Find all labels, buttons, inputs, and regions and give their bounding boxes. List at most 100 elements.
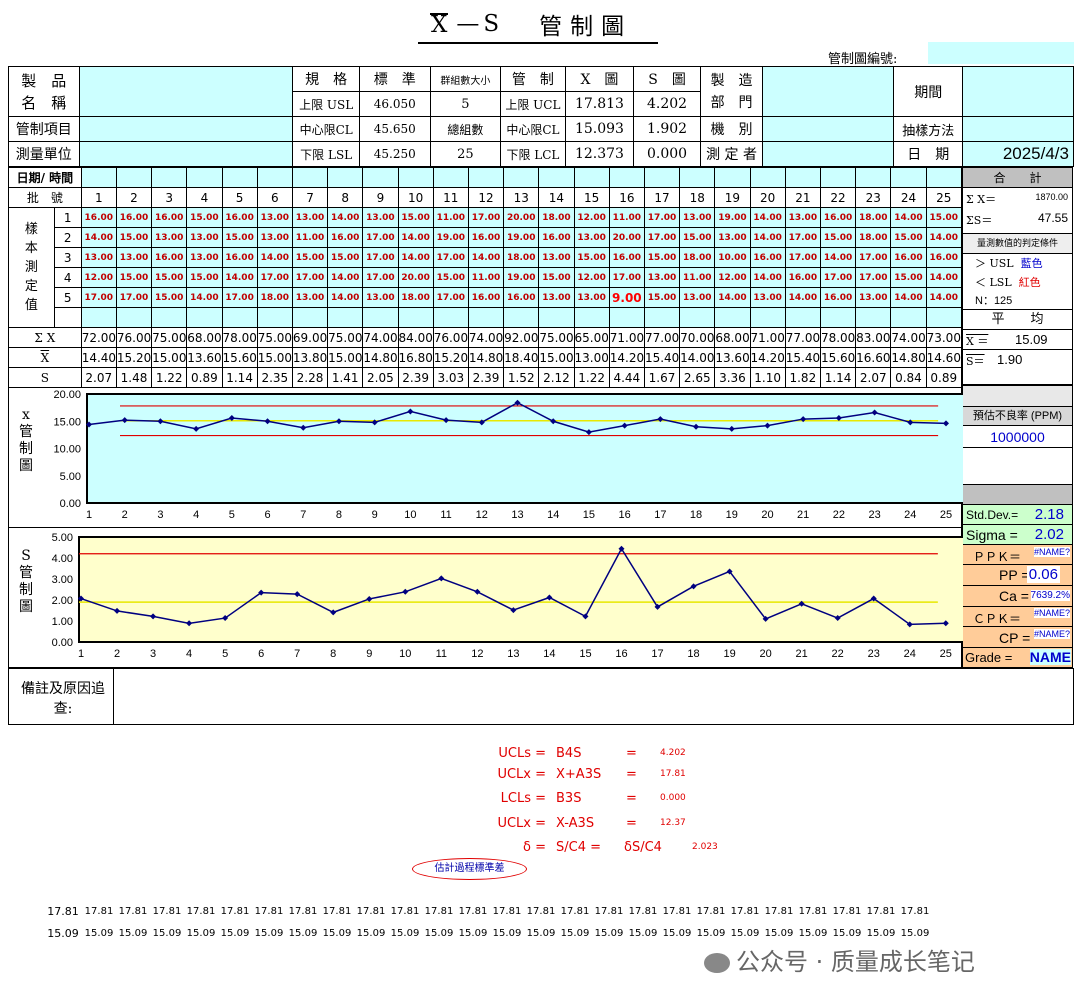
date-time-cell[interactable] (714, 167, 751, 188)
blank-cell[interactable] (432, 307, 469, 328)
sample-value[interactable]: 14.00 (327, 207, 364, 228)
sample-value[interactable]: 16.00 (538, 227, 575, 248)
blank-cell[interactable] (784, 307, 821, 328)
sample-value[interactable]: 15.00 (186, 207, 223, 228)
blank-cell[interactable] (397, 307, 434, 328)
sample-value[interactable]: 16.00 (327, 227, 364, 248)
sample-value[interactable]: 14.00 (819, 247, 857, 268)
sample-value[interactable]: 13.00 (362, 287, 399, 308)
date-time-cell[interactable] (608, 167, 645, 188)
period-field[interactable] (962, 66, 1074, 117)
sample-value[interactable]: 16.00 (784, 267, 821, 288)
sample-value[interactable]: 14.00 (186, 287, 223, 308)
date-value[interactable]: 2025/4/3 (962, 141, 1074, 167)
sample-value[interactable]: 18.00 (503, 247, 540, 268)
sample-value[interactable]: 13.00 (80, 247, 117, 268)
sample-value[interactable]: 13.00 (186, 227, 223, 248)
date-time-cell[interactable] (115, 167, 153, 188)
sample-value[interactable]: 15.00 (151, 287, 188, 308)
blank-cell[interactable] (186, 307, 223, 328)
sampling-field[interactable] (962, 116, 1074, 142)
sample-value[interactable]: 15.00 (643, 287, 681, 308)
date-time-cell[interactable] (291, 167, 329, 188)
sample-value[interactable]: 14.00 (784, 287, 821, 308)
sample-value[interactable]: 15.00 (432, 267, 469, 288)
sample-value[interactable]: 16.00 (115, 207, 153, 228)
unit-field[interactable] (78, 141, 294, 167)
measurer-field[interactable] (762, 141, 895, 167)
sample-value[interactable]: 13.00 (573, 287, 610, 308)
sample-value[interactable]: 17.00 (432, 287, 469, 308)
sample-value[interactable]: 15.00 (538, 267, 575, 288)
date-time-cell[interactable] (573, 167, 610, 188)
sample-value[interactable]: 17.00 (819, 267, 857, 288)
date-time-cell[interactable] (855, 167, 892, 188)
blank-cell[interactable] (608, 307, 645, 328)
blank-cell[interactable] (538, 307, 575, 328)
sample-value[interactable]: 16.00 (925, 247, 963, 268)
sample-value[interactable]: 11.00 (291, 227, 329, 248)
sample-value[interactable]: 16.00 (608, 247, 645, 268)
sample-value[interactable]: 15.00 (327, 247, 364, 268)
sample-value[interactable]: 15.00 (221, 227, 258, 248)
sample-value[interactable]: 16.00 (819, 287, 857, 308)
sample-value[interactable]: 15.00 (186, 267, 223, 288)
sample-value[interactable]: 11.00 (679, 267, 716, 288)
sample-value[interactable]: 15.00 (819, 227, 857, 248)
sample-value[interactable]: 15.00 (643, 247, 681, 268)
sample-value[interactable]: 18.00 (855, 207, 892, 228)
date-time-cell[interactable] (890, 167, 927, 188)
blank-cell[interactable] (643, 307, 681, 328)
sample-value[interactable]: 14.00 (749, 267, 786, 288)
blank-cell[interactable] (749, 307, 786, 328)
sample-value[interactable]: 17.00 (291, 267, 329, 288)
sample-value[interactable]: 13.00 (784, 207, 821, 228)
sample-value[interactable]: 17.00 (115, 287, 153, 308)
sample-value[interactable]: 10.00 (714, 247, 751, 268)
sample-value[interactable]: 20.00 (397, 267, 434, 288)
blank-cell[interactable] (80, 307, 117, 328)
sample-value[interactable]: 18.00 (855, 227, 892, 248)
sample-value[interactable]: 14.00 (467, 247, 505, 268)
sample-value[interactable]: 17.00 (221, 287, 258, 308)
sample-value[interactable]: 16.00 (819, 207, 857, 228)
sample-value[interactable]: 13.00 (115, 247, 153, 268)
date-time-cell[interactable] (643, 167, 681, 188)
sample-value[interactable]: 20.00 (608, 227, 645, 248)
sample-value[interactable]: 13.00 (855, 287, 892, 308)
date-time-cell[interactable] (221, 167, 258, 188)
date-time-cell[interactable] (679, 167, 716, 188)
sample-value[interactable]: 16.00 (749, 247, 786, 268)
sample-value[interactable]: 17.00 (432, 247, 469, 268)
sample-value[interactable]: 14.00 (890, 207, 927, 228)
sample-value[interactable]: 15.00 (115, 267, 153, 288)
blank-cell[interactable] (819, 307, 857, 328)
sample-value[interactable]: 15.00 (573, 247, 610, 268)
sample-value[interactable]: 14.00 (397, 247, 434, 268)
sample-value[interactable]: 13.00 (573, 227, 610, 248)
sample-value[interactable]: 12.00 (573, 267, 610, 288)
date-time-cell[interactable] (432, 167, 469, 188)
sample-value[interactable]: 15.00 (291, 247, 329, 268)
sample-value[interactable]: 17.00 (643, 227, 681, 248)
sample-value[interactable]: 16.00 (221, 207, 258, 228)
sample-value[interactable]: 18.00 (538, 207, 575, 228)
sample-value[interactable]: 14.00 (80, 227, 117, 248)
date-time-cell[interactable] (749, 167, 786, 188)
blank-cell[interactable] (573, 307, 610, 328)
sample-value[interactable]: 17.00 (467, 207, 505, 228)
sample-value[interactable]: 15.00 (679, 227, 716, 248)
sample-value[interactable]: 14.00 (327, 267, 364, 288)
sample-value[interactable]: 18.00 (256, 287, 293, 308)
remark-field[interactable] (115, 669, 1073, 724)
sample-value[interactable]: 14.00 (221, 267, 258, 288)
sample-value[interactable]: 16.00 (151, 207, 188, 228)
sample-value[interactable]: 14.00 (890, 287, 927, 308)
dept-field[interactable] (762, 66, 895, 117)
blank-cell[interactable] (855, 307, 892, 328)
sample-value[interactable]: 13.00 (291, 207, 329, 228)
sample-value[interactable]: 13.00 (714, 227, 751, 248)
sample-value[interactable]: 15.00 (890, 267, 927, 288)
product-name-field[interactable] (78, 66, 294, 117)
sample-value[interactable]: 16.00 (467, 287, 505, 308)
